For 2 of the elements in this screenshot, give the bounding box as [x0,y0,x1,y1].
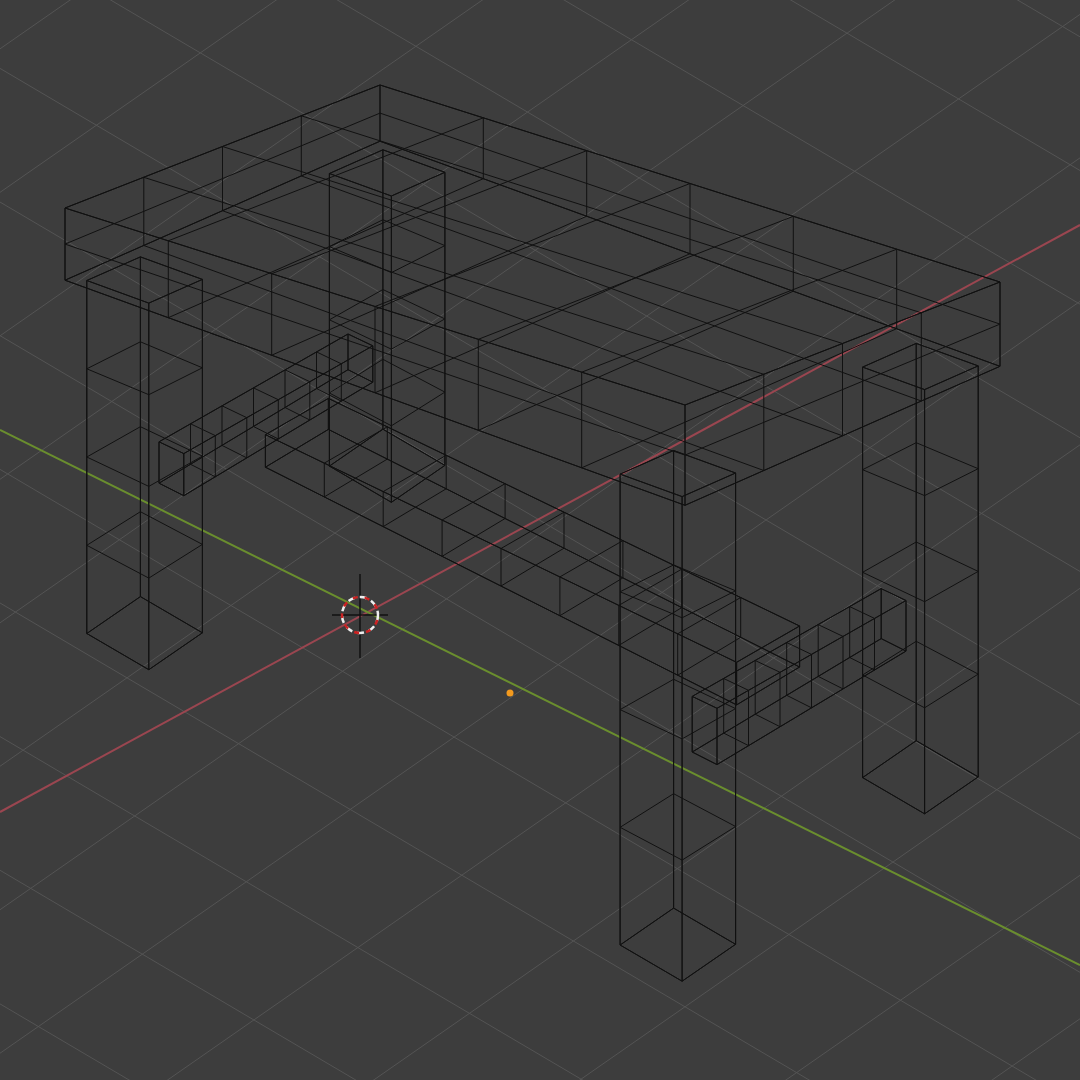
origin-point[interactable] [506,689,514,697]
3d-cursor-icon[interactable] [331,573,389,659]
